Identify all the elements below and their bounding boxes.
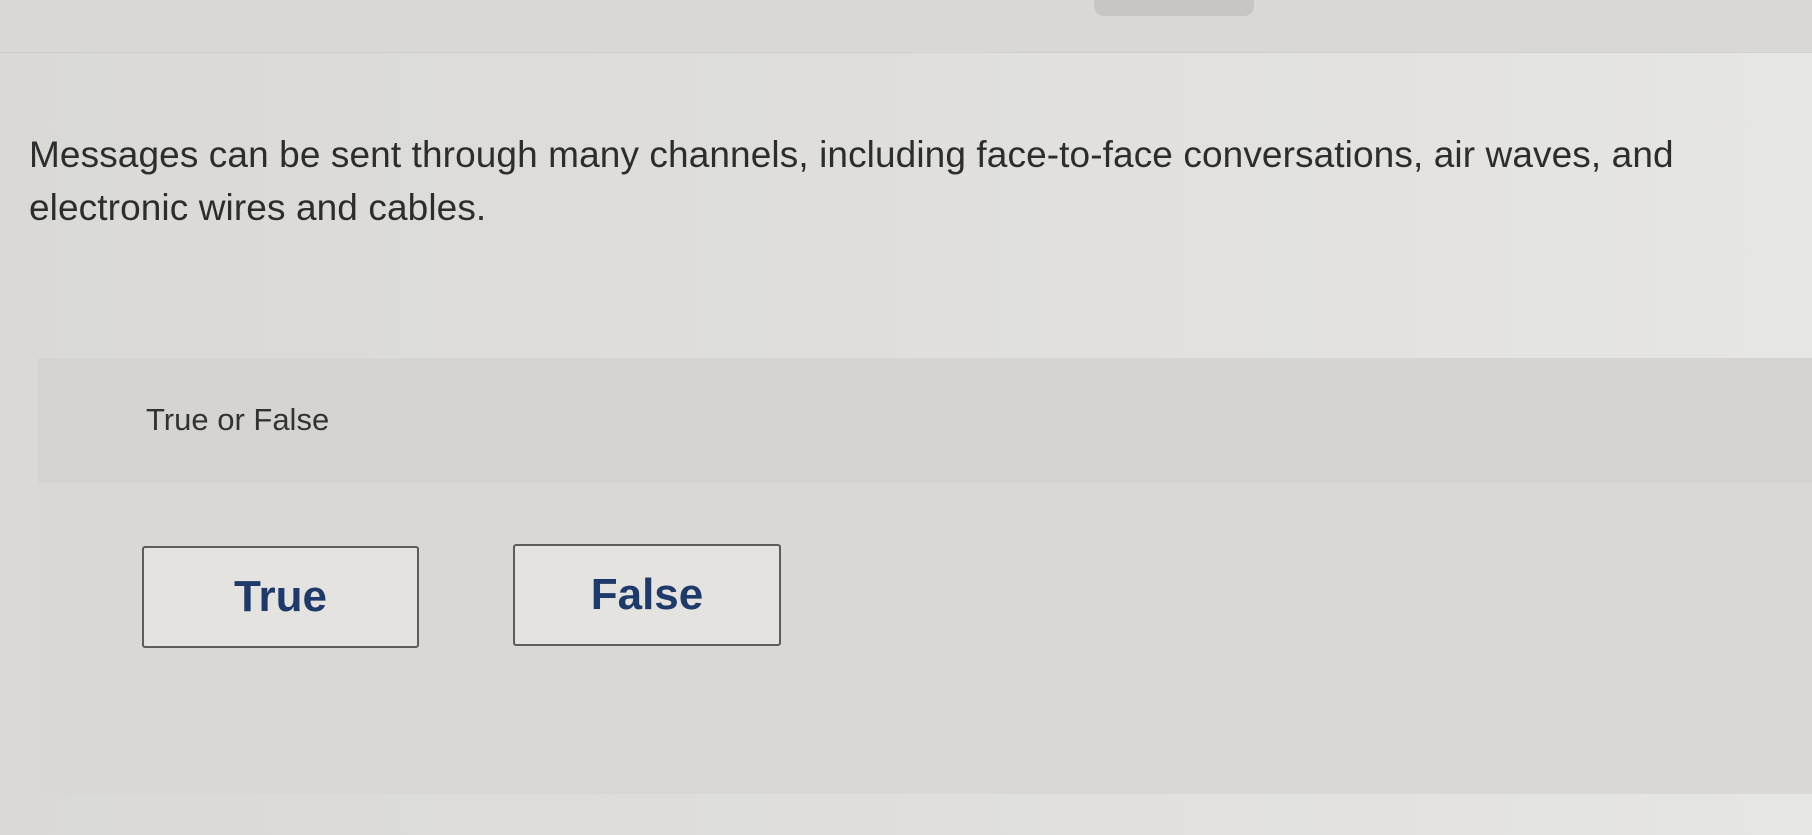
top-tab[interactable] <box>1094 0 1254 16</box>
false-button[interactable]: False <box>513 544 781 646</box>
top-bar <box>0 0 1812 53</box>
question-text: Messages can be sent through many channe… <box>29 134 1674 228</box>
true-button[interactable]: True <box>142 546 419 648</box>
true-button-label: True <box>234 572 327 621</box>
false-button-label: False <box>590 570 704 619</box>
answer-panel: True or False True False <box>38 358 1812 794</box>
answer-prompt: True or False <box>146 402 330 437</box>
